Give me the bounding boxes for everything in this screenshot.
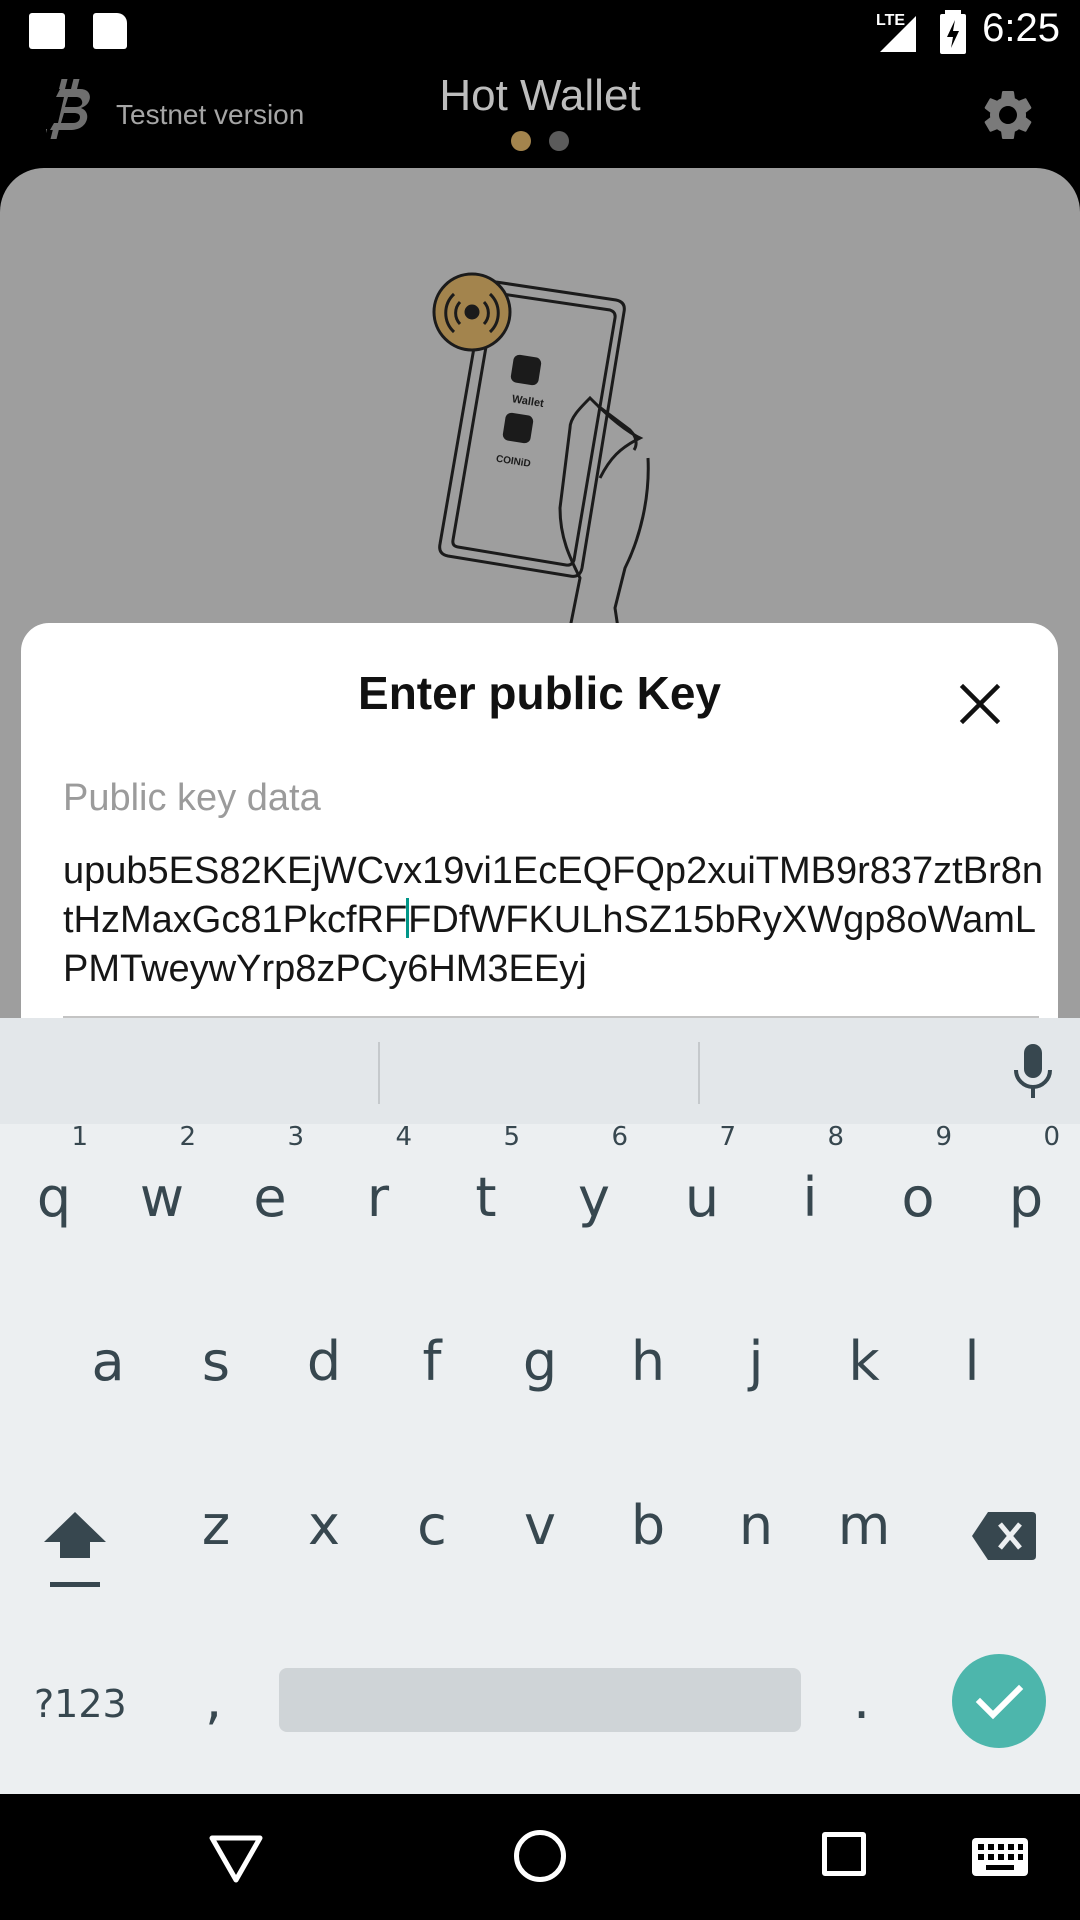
keyboard-switch-icon[interactable] — [972, 1838, 1028, 1876]
page-indicator-active[interactable] — [511, 131, 531, 151]
key-y[interactable]: y6 — [564, 1122, 628, 1229]
enter-public-key-dialog: Enter public Key Public key data upub5ES… — [21, 623, 1058, 1043]
key-hint: 6 — [611, 1122, 628, 1152]
key-p[interactable]: p0 — [996, 1122, 1060, 1229]
key-hint: 4 — [395, 1122, 412, 1152]
key-f[interactable]: f — [402, 1330, 462, 1393]
key-r[interactable]: r4 — [348, 1122, 412, 1229]
illustration-coinid-label: COINiD — [495, 454, 531, 470]
key-hint: 2 — [179, 1122, 196, 1152]
backspace-icon[interactable] — [972, 1512, 1036, 1560]
battery-charging-icon — [940, 10, 966, 54]
key-b[interactable]: b — [618, 1494, 678, 1557]
suggestion-divider — [698, 1042, 700, 1104]
comma-key[interactable]: , — [205, 1668, 222, 1731]
key-x[interactable]: x — [294, 1494, 354, 1557]
key-hint: 0 — [1043, 1122, 1060, 1152]
notification-icon — [29, 13, 65, 49]
signal-icon — [880, 16, 916, 52]
key-label: t — [475, 1166, 497, 1229]
back-icon[interactable] — [208, 1834, 264, 1884]
symbols-key[interactable]: ?123 — [34, 1682, 127, 1726]
key-m[interactable]: m — [834, 1494, 894, 1557]
key-hint: 7 — [719, 1122, 736, 1152]
key-label: p — [1008, 1166, 1044, 1229]
key-o[interactable]: o9 — [888, 1122, 952, 1229]
recents-icon[interactable] — [822, 1832, 866, 1876]
key-g[interactable]: g — [510, 1330, 570, 1393]
key-u[interactable]: u7 — [672, 1122, 736, 1229]
home-icon[interactable] — [514, 1830, 566, 1882]
key-label: o — [901, 1166, 935, 1229]
key-hint: 5 — [503, 1122, 520, 1152]
dialog-title: Enter public Key — [358, 667, 721, 719]
page-indicator-inactive[interactable] — [549, 131, 569, 151]
public-key-input[interactable]: upub5ES82KEjWCvx19vi1EcEQFQp2xuiTMB9r837… — [63, 847, 1043, 994]
key-hint: 1 — [71, 1122, 88, 1152]
shift-icon[interactable] — [44, 1506, 106, 1590]
key-j[interactable]: j — [726, 1330, 786, 1393]
microphone-icon[interactable] — [1008, 1044, 1058, 1102]
key-s[interactable]: s — [186, 1330, 246, 1393]
key-n[interactable]: n — [726, 1494, 786, 1557]
illustration-wallet-label: Wallet — [511, 393, 545, 410]
checkmark-icon — [975, 1684, 1024, 1720]
key-label: e — [253, 1166, 287, 1229]
key-c[interactable]: c — [402, 1494, 462, 1557]
key-q[interactable]: q1 — [24, 1122, 88, 1229]
page-title: Hot Wallet — [439, 71, 641, 120]
key-d[interactable]: d — [294, 1330, 354, 1393]
app-header: Testnet version Hot Wallet — [0, 63, 1080, 168]
key-label: q — [36, 1166, 72, 1229]
period-key[interactable]: . — [853, 1668, 870, 1731]
public-key-field-label: Public key data — [63, 777, 321, 819]
key-e[interactable]: e3 — [240, 1122, 304, 1229]
phone-nfc-illustration: Wallet COINiD — [432, 272, 650, 628]
key-hint: 8 — [827, 1122, 844, 1152]
key-h[interactable]: h — [618, 1330, 678, 1393]
key-t[interactable]: t5 — [456, 1122, 520, 1229]
key-i[interactable]: i8 — [780, 1122, 844, 1229]
status-bar: LTE 6:25 — [0, 0, 1080, 63]
clock: 6:25 — [982, 6, 1060, 50]
key-k[interactable]: k — [834, 1330, 894, 1393]
key-w[interactable]: w2 — [132, 1122, 196, 1229]
suggestion-divider — [378, 1042, 380, 1104]
close-icon[interactable] — [959, 683, 1001, 725]
suggestion-strip — [0, 1018, 1080, 1124]
key-label: r — [366, 1166, 390, 1229]
key-label: i — [802, 1166, 818, 1229]
enter-key[interactable] — [952, 1654, 1046, 1748]
key-hint: 3 — [287, 1122, 304, 1152]
sd-card-icon — [93, 13, 127, 49]
key-label: y — [578, 1166, 610, 1229]
key-label: w — [139, 1166, 185, 1229]
key-hint: 9 — [935, 1122, 952, 1152]
space-key[interactable] — [279, 1668, 801, 1732]
key-label: u — [684, 1166, 720, 1229]
key-a[interactable]: a — [78, 1330, 138, 1393]
key-v[interactable]: v — [510, 1494, 570, 1557]
gear-icon[interactable] — [978, 85, 1038, 145]
key-z[interactable]: z — [186, 1494, 246, 1557]
key-l[interactable]: l — [942, 1330, 1002, 1393]
navigation-bar — [0, 1794, 1080, 1920]
soft-keyboard: q1 w2 e3 r4 t5 y6 u7 i8 o9 p0 a s d f g … — [0, 1018, 1080, 1794]
